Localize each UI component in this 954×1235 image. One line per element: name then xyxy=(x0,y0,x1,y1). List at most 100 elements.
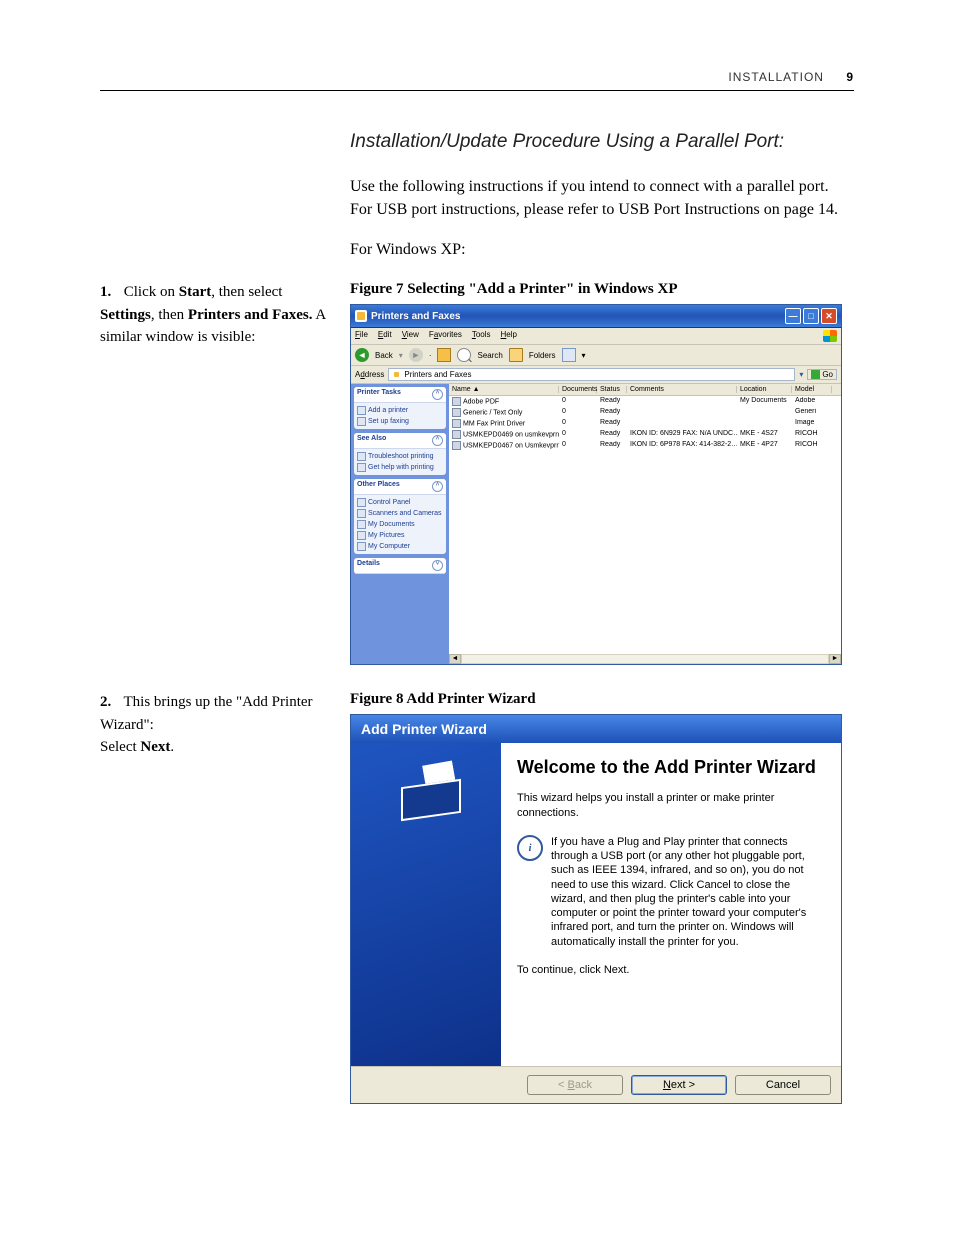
fax-icon xyxy=(357,417,366,426)
minimize-button[interactable]: — xyxy=(785,308,801,324)
printer-icon xyxy=(452,408,461,417)
col-documents[interactable]: Documents xyxy=(559,386,597,393)
menu-view[interactable]: View xyxy=(402,330,419,342)
search-label[interactable]: Search xyxy=(477,351,502,360)
wizard-titlebar[interactable]: Add Printer Wizard xyxy=(351,715,841,743)
menu-bar: File Edit View Favorites Tools Help xyxy=(351,328,841,345)
collapse-icon[interactable]: ˄ xyxy=(432,435,443,446)
page-number: 9 xyxy=(846,70,854,84)
printer-row[interactable]: Generic / Text Only0ReadyGeneri xyxy=(449,407,841,418)
window-titlebar[interactable]: Printers and Faxes — □ ✕ xyxy=(351,305,841,328)
get-help-link[interactable]: Get help with printing xyxy=(357,462,443,473)
col-comments[interactable]: Comments xyxy=(627,386,737,393)
back-label[interactable]: Back xyxy=(375,351,393,360)
menu-favorites[interactable]: Favorites xyxy=(429,330,462,342)
see-also-box: See Also ˄ Troubleshoot printing Get help… xyxy=(354,433,446,475)
document-page: INSTALLATION 9 Installation/Update Proce… xyxy=(0,0,954,1235)
other-places-box: Other Places ˄ Control Panel Scanners and… xyxy=(354,479,446,554)
my-documents-link[interactable]: My Documents xyxy=(357,519,443,530)
printer-tasks-box: Printer Tasks ˄ Add a printer Set up faxi… xyxy=(354,387,446,429)
menu-tools[interactable]: Tools xyxy=(472,330,491,342)
printers-and-faxes-window: Printers and Faxes — □ ✕ File Edit View … xyxy=(350,304,842,665)
see-also-title: See Also xyxy=(357,435,386,446)
collapse-icon[interactable]: ˄ xyxy=(432,389,443,400)
folders-icon[interactable] xyxy=(509,348,523,362)
column-headers: Name ▲ Documents Status Comments Locatio… xyxy=(449,384,841,396)
toolbar: ◄ Back ▾ ► · Search Folders ▾ xyxy=(351,345,841,366)
folder-icon xyxy=(357,520,366,529)
windows-flag-icon xyxy=(823,330,837,342)
horizontal-scrollbar[interactable]: ◄ ► xyxy=(449,654,841,664)
menu-help[interactable]: Help xyxy=(501,330,517,342)
window-title: Printers and Faxes xyxy=(371,311,460,322)
intro-paragraph: Use the following instructions if you in… xyxy=(350,175,854,221)
forward-button[interactable]: ► xyxy=(409,348,423,362)
my-pictures-link[interactable]: My Pictures xyxy=(357,530,443,541)
col-location[interactable]: Location xyxy=(737,386,792,393)
control-panel-link[interactable]: Control Panel xyxy=(357,497,443,508)
step-number: 1. xyxy=(100,281,120,304)
expand-icon[interactable]: ˅ xyxy=(432,560,443,571)
menu-edit[interactable]: Edit xyxy=(378,330,392,342)
cancel-button[interactable]: Cancel xyxy=(735,1075,831,1095)
col-name[interactable]: Name ▲ xyxy=(449,386,559,393)
views-icon[interactable] xyxy=(562,348,576,362)
close-button[interactable]: ✕ xyxy=(821,308,837,324)
address-bar: Address Printers and Faxes ▾ Go xyxy=(351,366,841,384)
back-button: < Back xyxy=(527,1075,623,1095)
folder-icon xyxy=(357,542,366,551)
address-input[interactable]: Printers and Faxes xyxy=(388,368,795,381)
maximize-button[interactable]: □ xyxy=(803,308,819,324)
wizard-info-text: If you have a Plug and Play printer that… xyxy=(551,835,825,949)
add-printer-wizard: Add Printer Wizard Welcome to the Add Pr… xyxy=(350,714,842,1104)
scroll-right-arrow[interactable]: ► xyxy=(829,654,841,664)
address-label: Address xyxy=(355,370,384,379)
add-a-printer-link[interactable]: Add a printer xyxy=(357,405,443,416)
wizard-sidebar xyxy=(351,743,501,1066)
menu-file[interactable]: File xyxy=(355,330,368,342)
help-icon xyxy=(357,463,366,472)
search-icon[interactable] xyxy=(457,348,471,362)
os-note: For Windows XP: xyxy=(350,241,854,259)
printer-row[interactable]: Adobe PDF0ReadyMy DocumentsAdobe xyxy=(449,396,841,407)
scroll-track[interactable] xyxy=(461,654,829,664)
printer-illustration-icon xyxy=(391,761,461,831)
printer-row[interactable]: USMKEPD0467 on Usmkevprnt0010ReadyIKON I… xyxy=(449,440,841,451)
up-folder-icon[interactable] xyxy=(437,348,451,362)
troubleshoot-link[interactable]: Troubleshoot printing xyxy=(357,451,443,462)
figure-8-caption: Figure 8 Add Printer Wizard xyxy=(350,691,854,708)
go-button[interactable]: Go xyxy=(807,369,837,380)
printer-icon xyxy=(452,419,461,428)
printer-icon xyxy=(452,441,461,450)
printer-row[interactable]: USMKEPD0469 on usmkevprnt0020ReadyIKON I… xyxy=(449,429,841,440)
collapse-icon[interactable]: ˄ xyxy=(432,481,443,492)
folders-label[interactable]: Folders xyxy=(529,351,556,360)
wizard-continue-text: To continue, click Next. xyxy=(517,963,825,978)
section-heading: Installation/Update Procedure Using a Pa… xyxy=(350,131,854,153)
details-title: Details xyxy=(357,560,380,571)
details-box: Details ˅ xyxy=(354,558,446,574)
folder-icon xyxy=(357,531,366,540)
folder-icon xyxy=(357,498,366,507)
wizard-heading: Welcome to the Add Printer Wizard xyxy=(517,757,825,779)
help-icon xyxy=(357,452,366,461)
wizard-footer: < Back Next > Cancel xyxy=(351,1066,841,1103)
figure-7-caption: Figure 7 Selecting "Add a Printer" in Wi… xyxy=(350,281,854,298)
printer-icon xyxy=(452,397,461,406)
section-name: INSTALLATION xyxy=(728,70,824,84)
next-button[interactable]: Next > xyxy=(631,1075,727,1095)
printer-tasks-title: Printer Tasks xyxy=(357,389,401,400)
step-2-text: 2. This brings up the "Add Printer Wizar… xyxy=(100,691,326,1104)
col-model[interactable]: Model xyxy=(792,386,832,393)
other-places-title: Other Places xyxy=(357,481,400,492)
back-button[interactable]: ◄ xyxy=(355,348,369,362)
info-icon: i xyxy=(517,835,543,861)
set-up-faxing-link[interactable]: Set up faxing xyxy=(357,416,443,427)
scanners-link[interactable]: Scanners and Cameras xyxy=(357,508,443,519)
printer-row[interactable]: MM Fax Print Driver0ReadyImage xyxy=(449,418,841,429)
scroll-left-arrow[interactable]: ◄ xyxy=(449,654,461,664)
col-status[interactable]: Status xyxy=(597,386,627,393)
window-icon xyxy=(355,310,367,322)
my-computer-link[interactable]: My Computer xyxy=(357,541,443,552)
wizard-content: Welcome to the Add Printer Wizard This w… xyxy=(501,743,841,1066)
